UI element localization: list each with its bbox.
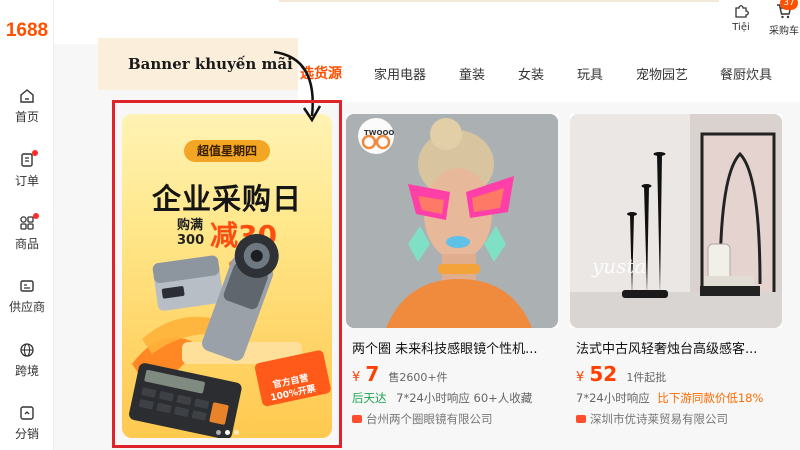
min-order: 1件起批 [626, 371, 667, 384]
sales-count: 售2600+件 [388, 371, 448, 384]
sidebar-item-suppliers[interactable]: 供应商 [0, 278, 54, 315]
sidebar-item-label: 订单 [14, 174, 39, 188]
currency: ¥ [352, 370, 361, 385]
image-brand-mark: yusta [592, 254, 647, 278]
sidebar-item-crossborder[interactable]: 跨境 [0, 342, 54, 379]
tab-toys[interactable]: 玩具 [577, 64, 603, 83]
shop-name[interactable]: 台州两个圈眼镜有限公司 [352, 411, 493, 427]
tab-kitchenware[interactable]: 餐厨炊具 [720, 64, 772, 83]
meta-text: 7*24小时响应 60+人收藏 [396, 391, 533, 405]
product-price: ¥ 7 售2600+件 [352, 362, 448, 386]
sidebar-item-products[interactable]: 商品 [0, 213, 54, 252]
cart-label: 采购车 [769, 26, 799, 37]
search-bar-edge [279, 0, 719, 2]
sidebar-item-home[interactable]: 首页 [0, 88, 54, 125]
annotation-label: Banner khuyến mãi [98, 38, 298, 90]
tab-womens-clothing[interactable]: 女装 [518, 64, 544, 83]
product-meta: 后天达 7*24小时响应 60+人收藏 [352, 390, 532, 406]
sidebar-item-distribution[interactable]: 分销 [0, 405, 54, 442]
product-photo-candlesticks [570, 114, 782, 328]
currency: ¥ [576, 370, 585, 385]
shop-icon [576, 415, 586, 423]
product-image[interactable]: yusta [570, 114, 782, 328]
shop-name-text: 深圳市优诗莱贸易有限公司 [590, 412, 728, 426]
share-icon [20, 406, 34, 420]
product-title[interactable]: 法式中古风轻奢烛台高级感客... [576, 338, 781, 357]
sidebar-item-label: 跨境 [14, 364, 39, 378]
puzzle-icon [735, 5, 749, 18]
sidebar-item-orders[interactable]: 订单 [0, 150, 54, 189]
globe-icon [20, 343, 34, 357]
home-icon [20, 89, 34, 103]
product-title[interactable]: 两个圈 未来科技感眼镜个性机... [352, 338, 557, 357]
price-value: 7 [365, 362, 380, 386]
image-brand-mark: TWOOO [364, 129, 395, 137]
product-image[interactable]: TWOOO [346, 114, 558, 328]
category-tabs: 选货源 家用电器 童装 女装 玩具 宠物园艺 餐厨炊具 [298, 44, 800, 102]
tab-kids-clothing[interactable]: 童装 [459, 64, 485, 83]
tools-label: Tiệi [732, 22, 750, 33]
product-photo-glasses [346, 114, 558, 328]
sidebar-item-label: 分销 [14, 427, 39, 441]
notification-dot [33, 213, 39, 219]
notification-dot [32, 150, 38, 156]
cart-count-badge: 37 [780, 0, 798, 10]
cart-button[interactable]: 37 采购车 [764, 0, 800, 37]
price-compare-tag: 比下游同款价低18% [657, 391, 764, 405]
annotation-highlight-box [112, 100, 342, 448]
delivery-tag: 后天达 [352, 391, 387, 405]
product-price: ¥ 52 1件起批 [576, 362, 666, 386]
product-card[interactable]: TWOOO 两个圈 未来科技感眼镜个性机... ¥ 7 售2600+件 后天达 … [346, 114, 558, 426]
supplier-icon [20, 280, 34, 292]
tools-button[interactable]: Tiệi [726, 2, 756, 33]
sidebar-item-label: 首页 [14, 110, 39, 124]
page: 1688 首页 订单 商品 供应商 跨境 分销 Tiệi 37 采购车 选货源 … [0, 0, 800, 450]
tab-home-appliances[interactable]: 家用电器 [374, 64, 426, 83]
sidebar-item-label: 供应商 [8, 300, 45, 314]
product-meta: 7*24小时响应 比下游同款价低18% [576, 390, 763, 406]
sidebar-item-label: 商品 [14, 237, 39, 251]
product-card[interactable]: yusta 法式中古风轻奢烛台高级感客... ¥ 52 1件起批 7*24小时响… [570, 114, 782, 426]
shop-name[interactable]: 深圳市优诗莱贸易有限公司 [576, 411, 728, 427]
left-sidebar: 1688 首页 订单 商品 供应商 跨境 分销 [0, 0, 54, 450]
tab-pet-garden[interactable]: 宠物园艺 [636, 64, 688, 83]
shop-name-text: 台州两个圈眼镜有限公司 [366, 412, 493, 426]
price-value: 52 [589, 362, 618, 386]
logo[interactable]: 1688 [0, 20, 54, 42]
shop-icon [352, 415, 362, 423]
meta-text: 7*24小时响应 [576, 391, 650, 405]
